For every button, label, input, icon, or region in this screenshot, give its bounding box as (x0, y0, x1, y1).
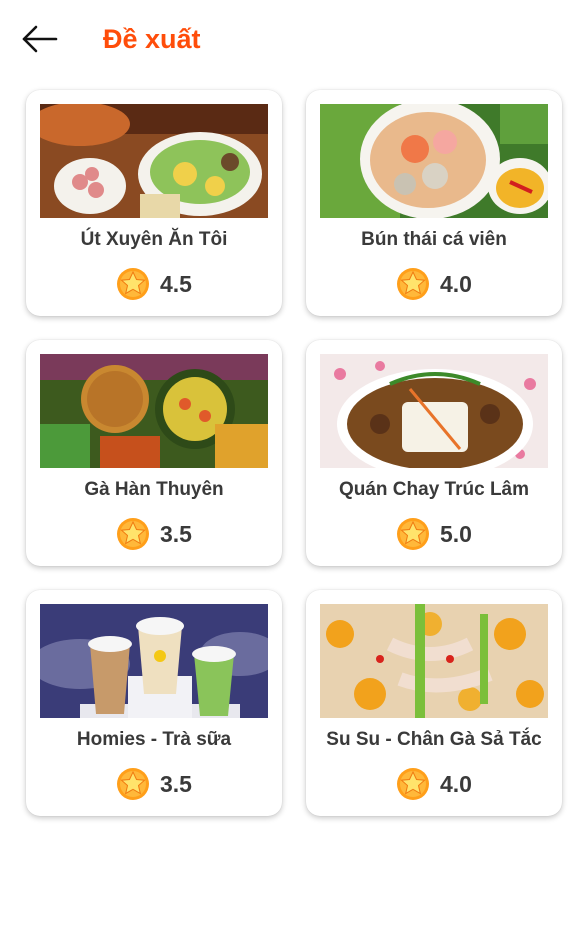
restaurant-name: Út Xuyên Ăn Tôi (80, 229, 228, 250)
rating: 5.0 (306, 516, 562, 552)
restaurant-card[interactable]: Quán Chay Trúc Lâm 5.0 (306, 340, 562, 566)
rating-value: 3.5 (160, 521, 192, 547)
star-icon (117, 768, 149, 800)
rating: 3.5 (26, 766, 282, 802)
restaurant-card[interactable]: Gà Hàn Thuyên 3.5 (26, 340, 282, 566)
top-bar: Đề xuất (0, 0, 588, 80)
restaurant-name: Homies - Trà sữa (76, 729, 232, 750)
restaurant-photo (320, 354, 548, 468)
page-title: Đề xuất (103, 24, 201, 54)
restaurant-name: Gà Hàn Thuyên (84, 479, 224, 500)
restaurant-name: Su Su - Chân Gà Sả Tắc (326, 729, 542, 750)
rating-value: 4.5 (160, 271, 192, 297)
star-icon (397, 768, 429, 800)
star-icon (397, 268, 429, 300)
restaurant-photo (320, 604, 548, 718)
rating: 3.5 (26, 516, 282, 552)
rating-value: 4.0 (440, 771, 472, 797)
star-icon (117, 518, 149, 550)
restaurant-photo (320, 104, 548, 218)
restaurant-card[interactable]: Bún thái cá viên 4.0 (306, 90, 562, 316)
restaurant-card[interactable]: Homies - Trà sữa 3.5 (26, 590, 282, 816)
restaurant-card[interactable]: Su Su - Chân Gà Sả Tắc 4.0 (306, 590, 562, 816)
restaurant-card[interactable]: Út Xuyên Ăn Tôi 4.5 (26, 90, 282, 316)
restaurant-name: Bún thái cá viên (361, 229, 507, 250)
rating: 4.0 (306, 266, 562, 302)
star-icon (397, 518, 429, 550)
star-icon (117, 268, 149, 300)
restaurant-name: Quán Chay Trúc Lâm (338, 479, 530, 500)
rating: 4.0 (306, 766, 562, 802)
rating-value: 5.0 (440, 521, 472, 547)
restaurant-photo (40, 604, 268, 718)
arrow-left-icon (22, 25, 58, 53)
restaurant-photo (40, 354, 268, 468)
rating: 4.5 (26, 266, 282, 302)
back-button[interactable] (20, 22, 60, 56)
rating-value: 4.0 (440, 271, 472, 297)
restaurant-photo (40, 104, 268, 218)
rating-value: 3.5 (160, 771, 192, 797)
